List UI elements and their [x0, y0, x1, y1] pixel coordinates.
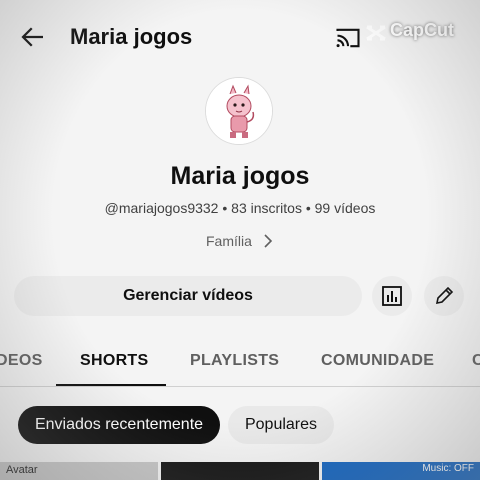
manage-videos-label: Gerenciar vídeos: [123, 287, 253, 304]
short-thumbnail[interactable]: [161, 462, 319, 480]
tab-next-partial[interactable]: C: [472, 352, 480, 370]
capcut-logo-icon: [366, 25, 386, 41]
cast-icon[interactable]: [334, 24, 362, 52]
filter-chip-recent-label: Enviados recentemente: [34, 416, 204, 433]
tab-playlists[interactable]: PLAYLISTS: [190, 352, 279, 370]
channel-meta: @mariajogos9332 • 83 inscritos • 99 víde…: [104, 200, 376, 216]
capcut-watermark: CapCut: [364, 18, 474, 48]
bar-chart-icon: [382, 286, 402, 306]
channel-avatar[interactable]: [206, 78, 272, 144]
avatar-character-icon: [206, 78, 272, 144]
edit-channel-button[interactable]: [424, 276, 464, 316]
thumbnail-caption: Avatar: [6, 464, 38, 476]
channel-category-link[interactable]: Família: [206, 231, 274, 251]
page-title: Maria jogos: [70, 24, 193, 49]
filter-chip-popular[interactable]: Populares: [228, 406, 334, 444]
pencil-icon: [435, 286, 454, 305]
filter-chip-recent[interactable]: Enviados recentemente: [18, 406, 220, 444]
tabs-divider: [0, 386, 480, 387]
filter-chip-popular-label: Populares: [244, 416, 318, 433]
channel-tabs: DEOS SHORTS PLAYLISTS COMUNIDADE C: [0, 340, 480, 388]
short-thumbnail[interactable]: Music: OFF: [322, 462, 480, 480]
channel-name: Maria jogos: [170, 162, 310, 190]
chevron-right-icon: [264, 234, 273, 248]
tab-shorts[interactable]: SHORTS: [80, 352, 148, 370]
capcut-watermark-text: CapCut: [390, 20, 454, 40]
top-app-bar: Maria jogos CapCut: [0, 0, 480, 76]
analytics-button[interactable]: [372, 276, 412, 316]
back-arrow-icon[interactable]: [18, 22, 48, 52]
channel-category-label: Família: [206, 233, 252, 249]
tab-videos[interactable]: DEOS: [0, 352, 43, 370]
thumbnail-caption: Music: OFF: [422, 463, 474, 474]
short-thumbnail[interactable]: Avatar: [0, 462, 158, 480]
tab-community[interactable]: COMUNIDADE: [321, 352, 434, 370]
manage-videos-button[interactable]: Gerenciar vídeos: [14, 276, 362, 316]
